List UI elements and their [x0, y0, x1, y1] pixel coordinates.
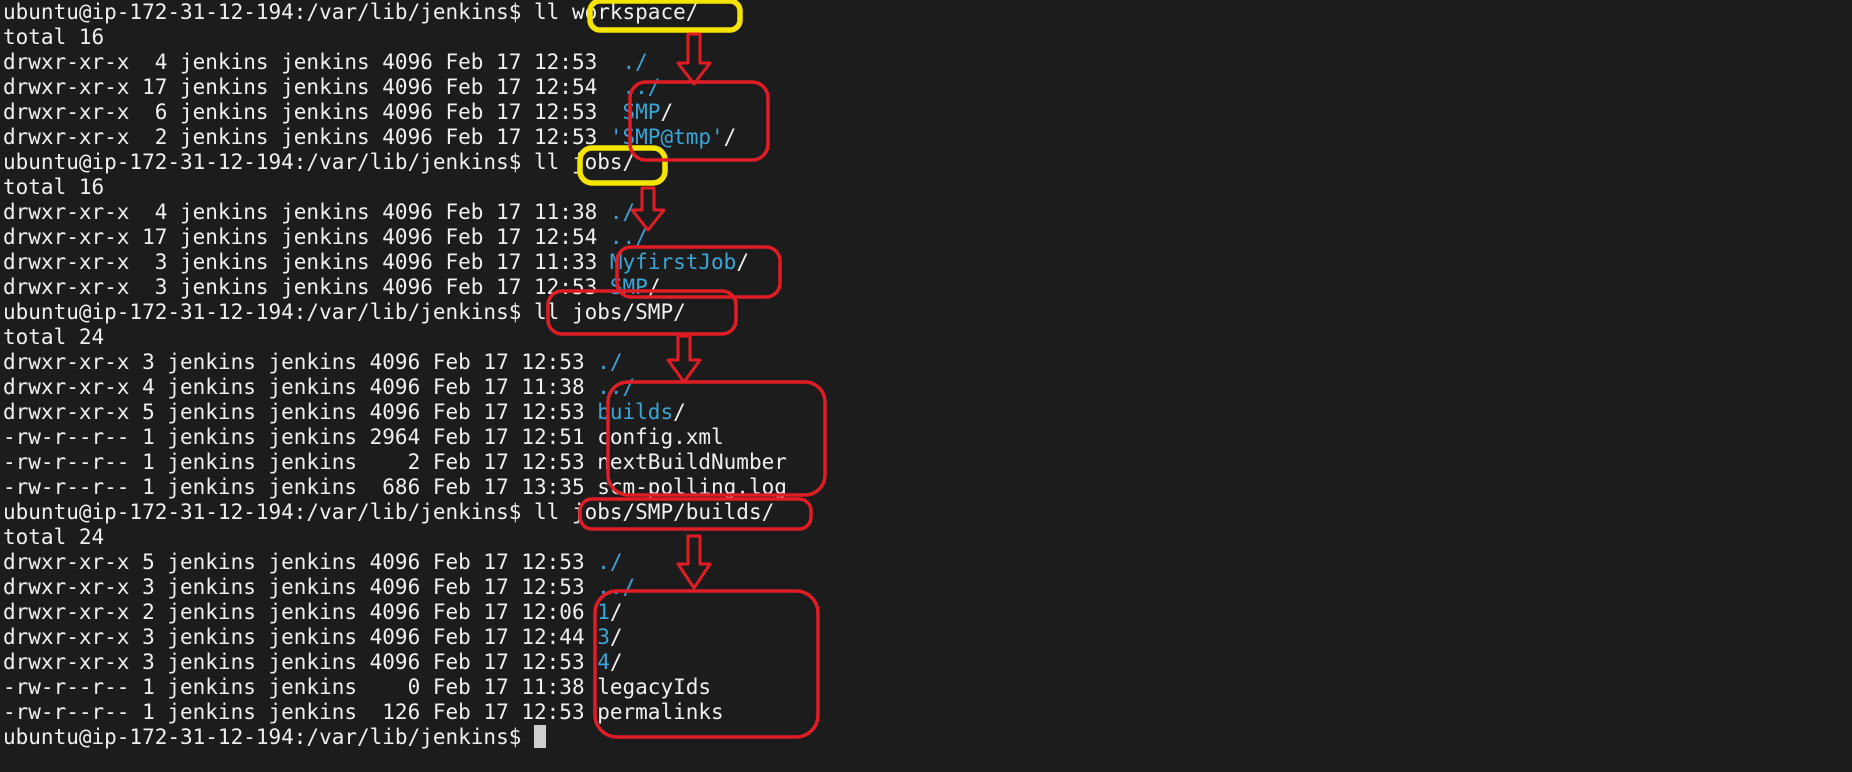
listing-entry: drwxr-xr-x 3 jenkins jenkins 4096 Feb 17… [3, 250, 787, 275]
listing-entry: drwxr-xr-x 4 jenkins jenkins 4096 Feb 17… [3, 200, 787, 225]
entry-metadata: -rw-r--r-- 1 jenkins jenkins 2964 Feb 17… [3, 425, 598, 449]
entry-name: permalinks [597, 700, 724, 724]
shell-command: ll jobs/ [534, 150, 636, 174]
entry-metadata: -rw-r--r-- 1 jenkins jenkins 0 Feb 17 11… [3, 675, 598, 699]
entry-metadata: drwxr-xr-x 17 jenkins jenkins 4096 Feb 1… [3, 75, 623, 99]
total-line: total 16 [3, 25, 787, 50]
total-line: total 24 [3, 325, 787, 350]
shell-prompt: ubuntu@ip-172-31-12-194:/var/lib/jenkins… [3, 150, 535, 174]
command-line: ubuntu@ip-172-31-12-194:/var/lib/jenkins… [3, 500, 787, 525]
listing-entry: drwxr-xr-x 2 jenkins jenkins 4096 Feb 17… [3, 125, 787, 150]
entry-metadata: drwxr-xr-x 4 jenkins jenkins 4096 Feb 17… [3, 375, 598, 399]
entry-metadata: drwxr-xr-x 4 jenkins jenkins 4096 Feb 17… [3, 50, 623, 74]
shell-prompt: ubuntu@ip-172-31-12-194:/var/lib/jenkins… [3, 300, 535, 324]
entry-suffix: / [736, 250, 749, 274]
entry-name: ./ [622, 50, 648, 74]
shell-command: ll workspace/ [534, 0, 699, 24]
entry-name: 1 [597, 600, 610, 624]
entry-metadata: -rw-r--r-- 1 jenkins jenkins 686 Feb 17 … [3, 475, 598, 499]
entry-metadata: drwxr-xr-x 6 jenkins jenkins 4096 Feb 17… [3, 100, 623, 124]
listing-entry: -rw-r--r-- 1 jenkins jenkins 2 Feb 17 12… [3, 450, 787, 475]
entry-metadata: -rw-r--r-- 1 jenkins jenkins 126 Feb 17 … [3, 700, 598, 724]
entry-name: ../ [622, 75, 661, 99]
terminal-output[interactable]: ubuntu@ip-172-31-12-194:/var/lib/jenkins… [3, 0, 787, 750]
listing-entry: -rw-r--r-- 1 jenkins jenkins 126 Feb 17 … [3, 700, 787, 725]
listing-entry: drwxr-xr-x 3 jenkins jenkins 4096 Feb 17… [3, 575, 787, 600]
entry-name: legacyIds [597, 675, 712, 699]
entry-metadata: drwxr-xr-x 5 jenkins jenkins 4096 Feb 17… [3, 550, 598, 574]
entry-name: ../ [609, 225, 648, 249]
listing-entry: drwxr-xr-x 3 jenkins jenkins 4096 Feb 17… [3, 650, 787, 675]
entry-metadata: drwxr-xr-x 3 jenkins jenkins 4096 Feb 17… [3, 250, 610, 274]
entry-metadata: drwxr-xr-x 3 jenkins jenkins 4096 Feb 17… [3, 575, 598, 599]
entry-metadata: drwxr-xr-x 4 jenkins jenkins 4096 Feb 17… [3, 200, 610, 224]
listing-entry: drwxr-xr-x 5 jenkins jenkins 4096 Feb 17… [3, 550, 787, 575]
entry-name: SMP [609, 275, 648, 299]
entry-name: scm-polling.log [597, 475, 787, 499]
entry-name: MyfirstJob [609, 250, 737, 274]
entry-name: config.xml [597, 425, 724, 449]
entry-suffix: / [723, 125, 737, 149]
command-line: ubuntu@ip-172-31-12-194:/var/lib/jenkins… [3, 0, 787, 25]
listing-entry: drwxr-xr-x 3 jenkins jenkins 4096 Feb 17… [3, 350, 787, 375]
entry-metadata: drwxr-xr-x 3 jenkins jenkins 4096 Feb 17… [3, 350, 598, 374]
entry-name: ./ [597, 350, 623, 374]
shell-prompt: ubuntu@ip-172-31-12-194:/var/lib/jenkins… [3, 0, 535, 24]
total-line: total 16 [3, 175, 787, 200]
listing-entry: drwxr-xr-x 2 jenkins jenkins 4096 Feb 17… [3, 600, 787, 625]
entry-name: ../ [597, 575, 636, 599]
entry-suffix: / [647, 275, 661, 299]
entry-metadata: drwxr-xr-x 2 jenkins jenkins 4096 Feb 17… [3, 125, 610, 149]
entry-metadata: drwxr-xr-x 17 jenkins jenkins 4096 Feb 1… [3, 225, 610, 249]
total-text: total 24 [3, 525, 105, 549]
listing-entry: drwxr-xr-x 6 jenkins jenkins 4096 Feb 17… [3, 100, 787, 125]
entry-metadata: drwxr-xr-x 3 jenkins jenkins 4096 Feb 17… [3, 625, 598, 649]
text-cursor [534, 725, 547, 748]
entry-metadata: drwxr-xr-x 3 jenkins jenkins 4096 Feb 17… [3, 275, 610, 299]
entry-name: 4 [597, 650, 610, 674]
entry-name: 'SMP@tmp' [609, 125, 724, 149]
entry-suffix: / [609, 625, 623, 649]
shell-prompt: ubuntu@ip-172-31-12-194:/var/lib/jenkins… [3, 500, 535, 524]
listing-entry: -rw-r--r-- 1 jenkins jenkins 2964 Feb 17… [3, 425, 787, 450]
entry-name: ./ [597, 550, 623, 574]
listing-entry: drwxr-xr-x 3 jenkins jenkins 4096 Feb 17… [3, 625, 787, 650]
listing-entry: drwxr-xr-x 5 jenkins jenkins 4096 Feb 17… [3, 400, 787, 425]
entry-name: SMP [622, 100, 661, 124]
listing-entry: -rw-r--r-- 1 jenkins jenkins 686 Feb 17 … [3, 475, 787, 500]
shell-command: ll jobs/SMP/ [534, 300, 686, 324]
total-text: total 24 [3, 325, 105, 349]
shell-prompt: ubuntu@ip-172-31-12-194:/var/lib/jenkins… [3, 725, 535, 749]
listing-entry: drwxr-xr-x 17 jenkins jenkins 4096 Feb 1… [3, 75, 787, 100]
total-text: total 16 [3, 25, 105, 49]
entry-name: builds [597, 400, 674, 424]
entry-name: 3 [597, 625, 610, 649]
entry-suffix: / [660, 100, 674, 124]
listing-entry: drwxr-xr-x 4 jenkins jenkins 4096 Feb 17… [3, 50, 787, 75]
command-line: ubuntu@ip-172-31-12-194:/var/lib/jenkins… [3, 725, 787, 750]
entry-metadata: drwxr-xr-x 5 jenkins jenkins 4096 Feb 17… [3, 400, 598, 424]
entry-suffix: / [673, 400, 686, 424]
entry-name: nextBuildNumber [597, 450, 787, 474]
listing-entry: drwxr-xr-x 3 jenkins jenkins 4096 Feb 17… [3, 275, 787, 300]
command-line: ubuntu@ip-172-31-12-194:/var/lib/jenkins… [3, 300, 787, 325]
entry-metadata: drwxr-xr-x 2 jenkins jenkins 4096 Feb 17… [3, 600, 598, 624]
total-text: total 16 [3, 175, 105, 199]
command-line: ubuntu@ip-172-31-12-194:/var/lib/jenkins… [3, 150, 787, 175]
total-line: total 24 [3, 525, 787, 550]
entry-suffix: / [609, 600, 623, 624]
listing-entry: -rw-r--r-- 1 jenkins jenkins 0 Feb 17 11… [3, 675, 787, 700]
entry-metadata: drwxr-xr-x 3 jenkins jenkins 4096 Feb 17… [3, 650, 598, 674]
entry-name: ./ [609, 200, 636, 224]
listing-entry: drwxr-xr-x 4 jenkins jenkins 4096 Feb 17… [3, 375, 787, 400]
entry-metadata: -rw-r--r-- 1 jenkins jenkins 2 Feb 17 12… [3, 450, 598, 474]
listing-entry: drwxr-xr-x 17 jenkins jenkins 4096 Feb 1… [3, 225, 787, 250]
entry-suffix: / [609, 650, 623, 674]
entry-name: ../ [597, 375, 636, 399]
shell-command: ll jobs/SMP/builds/ [534, 500, 775, 524]
